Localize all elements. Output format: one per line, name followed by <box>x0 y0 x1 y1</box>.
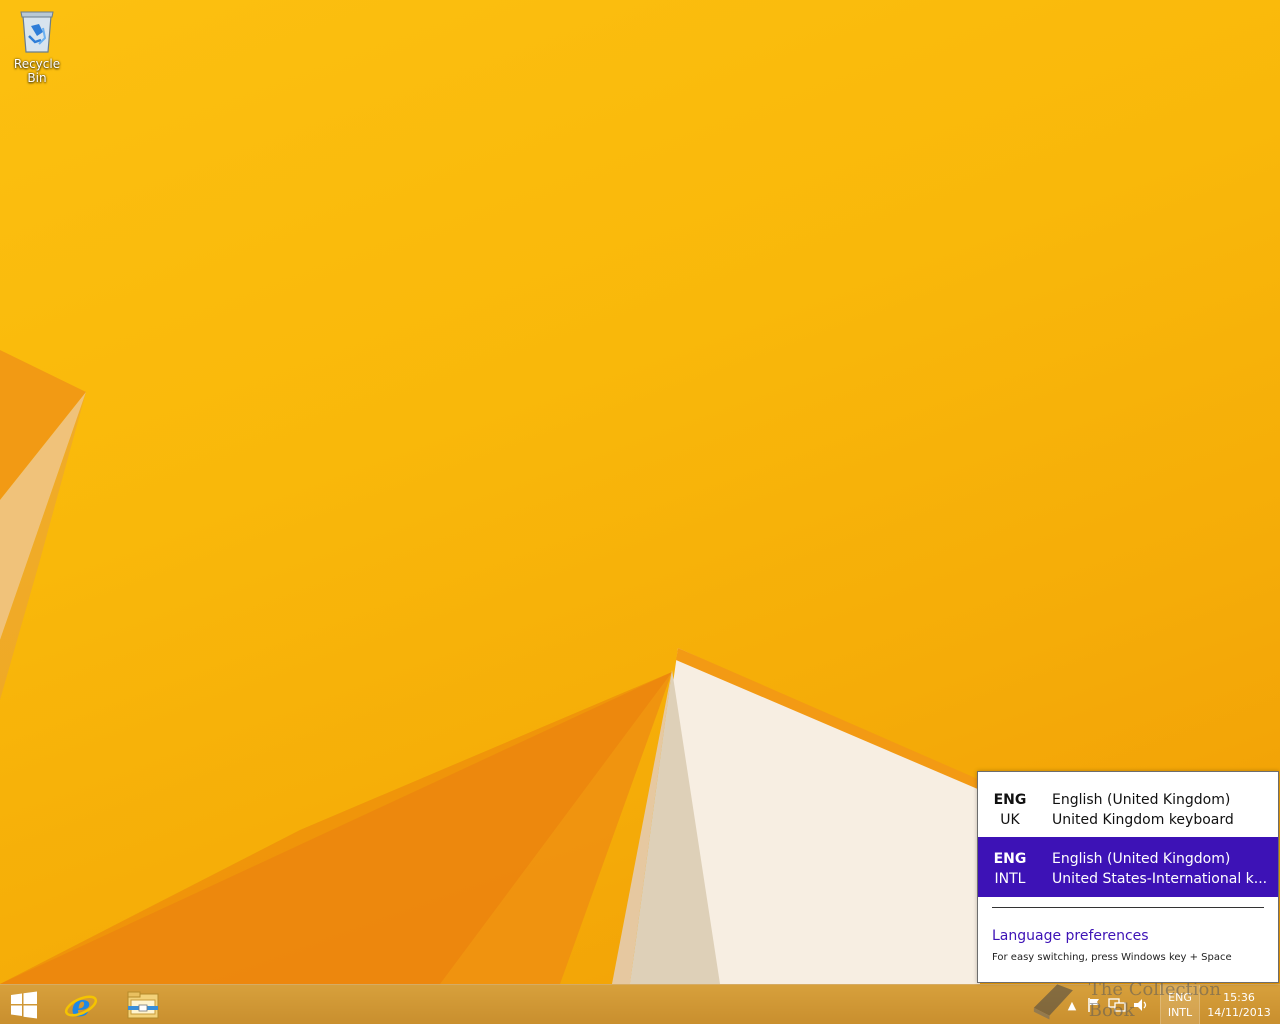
file-explorer-button[interactable] <box>116 985 170 1024</box>
divider <box>992 907 1264 908</box>
layout-code: INTL <box>994 871 1026 887</box>
language-code: ENG <box>993 792 1027 808</box>
language-preferences-link[interactable]: Language preferences <box>992 928 1149 944</box>
language-name: English (United Kingdom) <box>1052 851 1231 867</box>
recycle-bin-shortcut[interactable]: Recycle Bin <box>4 6 70 85</box>
language-code: ENG <box>993 851 1027 867</box>
taskbar: e ▲ ENG INTL 15:36 14/11/2013 <box>0 984 1280 1024</box>
language-switcher-flyout: ENG UK English (United Kingdom) United K… <box>977 771 1279 983</box>
action-center-flag-icon[interactable] <box>1084 985 1104 1024</box>
show-hidden-icons-chevron[interactable]: ▲ <box>1062 985 1082 1024</box>
file-explorer-icon <box>127 991 159 1019</box>
tray-language-code: ENG <box>1168 991 1192 1004</box>
language-description: English (United Kingdom) United Kingdom … <box>1052 790 1268 830</box>
keyboard-name: United States-International k... <box>1052 871 1268 887</box>
volume-icon[interactable] <box>1130 985 1152 1024</box>
start-button[interactable] <box>0 985 48 1024</box>
clock-date: 14/11/2013 <box>1207 1006 1271 1019</box>
keyboard-name: United Kingdom keyboard <box>1052 812 1234 828</box>
language-code-block: ENG INTL <box>992 849 1028 889</box>
language-description: English (United Kingdom) United States-I… <box>1052 849 1268 889</box>
recycle-bin-label: Recycle Bin <box>13 57 61 85</box>
recycle-bin-icon <box>17 6 57 54</box>
language-code-block: ENG UK <box>992 790 1028 830</box>
switching-hint: For easy switching, press Windows key + … <box>992 952 1232 963</box>
network-icon[interactable] <box>1106 985 1128 1024</box>
language-name: English (United Kingdom) <box>1052 792 1231 808</box>
layout-code: UK <box>1000 812 1020 828</box>
clock[interactable]: 15:36 14/11/2013 <box>1202 985 1276 1024</box>
clock-time: 15:36 <box>1223 991 1255 1004</box>
internet-explorer-icon: e <box>64 989 98 1022</box>
tray-layout-code: INTL <box>1167 1006 1193 1019</box>
internet-explorer-button[interactable]: e <box>56 985 106 1024</box>
windows-logo-icon <box>11 991 37 1019</box>
language-option-eng-uk[interactable]: ENG UK English (United Kingdom) United K… <box>978 778 1278 838</box>
language-option-eng-intl[interactable]: ENG INTL English (United Kingdom) United… <box>978 837 1278 897</box>
svg-text:e: e <box>71 989 90 1022</box>
input-language-indicator[interactable]: ENG INTL <box>1160 985 1200 1024</box>
